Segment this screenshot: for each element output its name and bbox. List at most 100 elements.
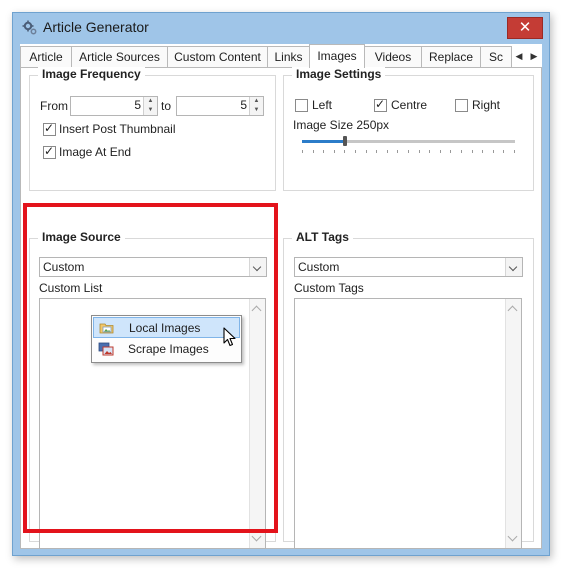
image-frequency-title: Image Frequency bbox=[38, 67, 145, 81]
spin-down-icon[interactable]: ▼ bbox=[144, 106, 157, 115]
image-settings-group: Image Settings Left ✓ Centre Right Image… bbox=[283, 67, 534, 191]
client-area: Article Article Sources Custom Content L… bbox=[20, 44, 542, 549]
slider-tick bbox=[408, 150, 409, 153]
alt-tags-select[interactable]: Custom bbox=[294, 257, 523, 277]
checkmark-icon: ✓ bbox=[44, 121, 55, 135]
tab-scroll-left-icon[interactable]: ◀ bbox=[512, 48, 526, 64]
to-label: to bbox=[161, 99, 172, 113]
slider-tick bbox=[461, 150, 462, 153]
tab-article[interactable]: Article bbox=[20, 46, 72, 67]
alt-tags-group: ALT Tags Custom Custom Tags bbox=[283, 230, 534, 549]
to-value: 5 bbox=[240, 98, 247, 112]
image-at-end-label: Image At End bbox=[59, 145, 132, 159]
image-frequency-group: Image Frequency From 5 ▲ ▼ to 5 ▲ ▼ ✓ In… bbox=[29, 67, 276, 191]
slider-tick bbox=[503, 150, 504, 153]
slider-tick bbox=[450, 150, 451, 153]
to-spin-buttons[interactable]: ▲ ▼ bbox=[249, 97, 263, 115]
spin-up-icon[interactable]: ▲ bbox=[144, 97, 157, 106]
slider-tick bbox=[419, 150, 420, 153]
alt-tags-title: ALT Tags bbox=[292, 230, 353, 244]
menu-item-local-images[interactable]: Local Images bbox=[93, 317, 240, 338]
align-left-label: Left bbox=[312, 98, 333, 112]
slider-thumb[interactable] bbox=[343, 136, 347, 146]
scroll-up-icon[interactable] bbox=[251, 305, 262, 316]
slider-tick bbox=[472, 150, 473, 153]
custom-tags-textbox[interactable] bbox=[294, 298, 522, 549]
tab-videos[interactable]: Videos bbox=[364, 46, 422, 67]
spin-up-icon[interactable]: ▲ bbox=[250, 97, 263, 106]
spin-down-icon[interactable]: ▼ bbox=[250, 106, 263, 115]
align-left-checkbox[interactable] bbox=[295, 99, 308, 112]
image-source-group: Image Source Custom Custom List bbox=[29, 230, 276, 549]
image-source-title: Image Source bbox=[38, 230, 125, 244]
from-value: 5 bbox=[134, 98, 141, 112]
from-stepper[interactable]: 5 ▲ ▼ bbox=[70, 96, 158, 116]
insert-thumbnail-label: Insert Post Thumbnail bbox=[59, 122, 176, 136]
tab-strip: Article Article Sources Custom Content L… bbox=[20, 44, 542, 68]
tab-scroll-right-icon[interactable]: ▶ bbox=[527, 48, 541, 64]
chevron-down-icon[interactable] bbox=[249, 258, 266, 276]
custom-tags-label: Custom Tags bbox=[294, 281, 364, 295]
slider-tick bbox=[482, 150, 483, 153]
image-size-label: Image Size 250px bbox=[293, 118, 390, 132]
slider-tick bbox=[302, 150, 303, 153]
mouse-pointer-icon bbox=[223, 327, 236, 347]
slider-tick bbox=[313, 150, 314, 153]
checkmark-icon: ✓ bbox=[375, 97, 386, 111]
image-size-slider[interactable] bbox=[302, 136, 515, 156]
image-settings-title: Image Settings bbox=[292, 67, 386, 81]
tab-images[interactable]: Images bbox=[309, 44, 365, 68]
close-button[interactable]: ✕ bbox=[507, 17, 543, 39]
image-source-value: Custom bbox=[43, 260, 85, 274]
gear-icon bbox=[22, 20, 37, 35]
custom-list-label: Custom List bbox=[39, 281, 103, 295]
tab-article-sources[interactable]: Article Sources bbox=[71, 46, 168, 67]
slider-tick bbox=[355, 150, 356, 153]
folder-image-icon bbox=[99, 323, 114, 334]
slider-tick bbox=[514, 150, 515, 153]
from-spin-buttons[interactable]: ▲ ▼ bbox=[143, 97, 157, 115]
align-right-label: Right bbox=[472, 98, 501, 112]
align-centre-checkbox[interactable]: ✓ bbox=[374, 97, 387, 112]
tab-schedule[interactable]: Sc bbox=[480, 46, 512, 67]
custom-list-scrollbar[interactable] bbox=[249, 299, 265, 548]
slider-tick bbox=[344, 150, 345, 153]
align-right-checkbox[interactable] bbox=[455, 99, 468, 112]
window-title: Article Generator bbox=[43, 19, 149, 35]
slider-fill bbox=[302, 140, 345, 143]
alt-tags-value: Custom bbox=[298, 260, 340, 274]
slider-tick bbox=[323, 150, 324, 153]
menu-item-scrape-images[interactable]: Scrape Images bbox=[93, 339, 240, 360]
slider-tick bbox=[387, 150, 388, 153]
slider-tick bbox=[493, 150, 494, 153]
tab-links[interactable]: Links bbox=[267, 46, 310, 67]
image-source-select[interactable]: Custom bbox=[39, 257, 267, 277]
checkmark-icon: ✓ bbox=[44, 144, 55, 158]
slider-tick bbox=[440, 150, 441, 153]
align-centre-label: Centre bbox=[391, 98, 428, 112]
custom-tags-scrollbar[interactable] bbox=[505, 299, 521, 548]
images-tab-page: Image Frequency From 5 ▲ ▼ to 5 ▲ ▼ ✓ In… bbox=[20, 67, 542, 549]
scroll-down-icon[interactable] bbox=[507, 531, 518, 542]
insert-thumbnail-checkbox[interactable]: ✓ bbox=[43, 121, 56, 136]
slider-tick bbox=[366, 150, 367, 153]
tab-custom-content[interactable]: Custom Content bbox=[167, 46, 268, 67]
slider-tick bbox=[397, 150, 398, 153]
slider-tick bbox=[429, 150, 430, 153]
title-bar[interactable]: Article Generator ✕ bbox=[13, 13, 549, 43]
tab-replace[interactable]: Replace bbox=[421, 46, 481, 67]
context-menu: Local Images Scrape Images bbox=[91, 315, 242, 363]
from-label: From bbox=[40, 99, 68, 113]
image-at-end-checkbox[interactable]: ✓ bbox=[43, 144, 56, 159]
close-icon: ✕ bbox=[518, 19, 532, 36]
slider-tick bbox=[376, 150, 377, 153]
to-stepper[interactable]: 5 ▲ ▼ bbox=[176, 96, 264, 116]
chevron-down-icon[interactable] bbox=[505, 258, 522, 276]
scroll-up-icon[interactable] bbox=[507, 305, 518, 316]
menu-item-label: Local Images bbox=[129, 321, 201, 335]
slider-tick bbox=[334, 150, 335, 153]
menu-item-label: Scrape Images bbox=[128, 342, 209, 356]
scroll-down-icon[interactable] bbox=[251, 531, 262, 542]
article-generator-window: Article Generator ✕ Article Article Sour… bbox=[12, 12, 550, 556]
scrape-images-icon bbox=[98, 342, 114, 356]
